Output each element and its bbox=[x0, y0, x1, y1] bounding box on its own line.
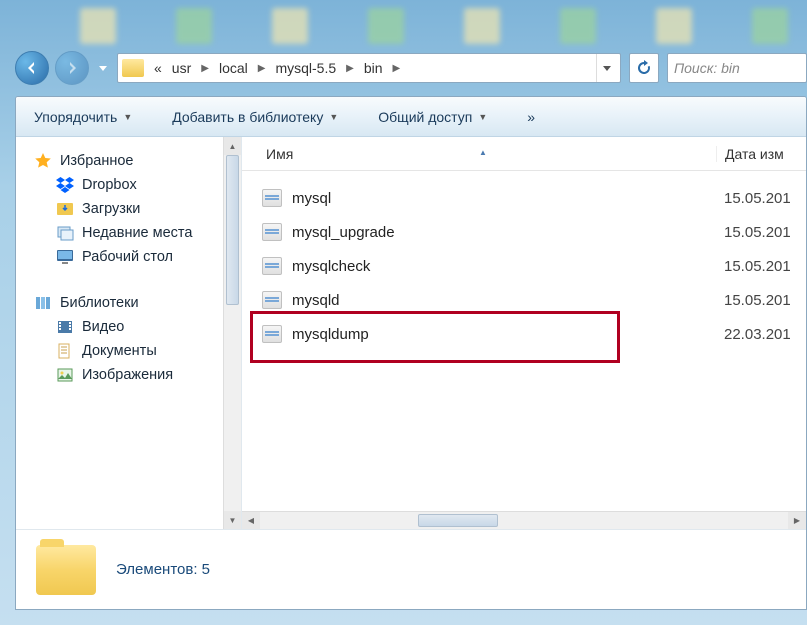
documents-icon bbox=[56, 342, 74, 360]
favorites-group: Избранное Dropbox Загрузки Недавние мест… bbox=[34, 149, 237, 269]
content-area: Избранное Dropbox Загрузки Недавние мест… bbox=[16, 137, 806, 529]
status-bar: Элементов: 5 bbox=[16, 529, 806, 609]
file-icon bbox=[262, 325, 282, 343]
images-icon bbox=[56, 366, 74, 384]
sidebar-item-desktop[interactable]: Рабочий стол bbox=[34, 245, 237, 269]
file-name-cell: mysqlcheck bbox=[252, 257, 716, 275]
refresh-icon bbox=[636, 60, 652, 76]
recent-icon bbox=[56, 224, 74, 242]
star-icon bbox=[34, 152, 52, 170]
file-row[interactable]: mysql_upgrade 15.05.201 bbox=[252, 215, 806, 249]
video-icon bbox=[56, 318, 74, 336]
search-placeholder: Поиск: bin bbox=[674, 60, 740, 76]
toolbar: Упорядочить▼ Добавить в библиотеку▼ Общи… bbox=[16, 97, 806, 137]
column-header-date[interactable]: Дата изм bbox=[716, 146, 806, 162]
sidebar-item-videos[interactable]: Видео bbox=[34, 315, 237, 339]
more-menu[interactable]: » bbox=[521, 105, 541, 129]
file-date: 15.05.201 bbox=[716, 190, 806, 207]
file-row[interactable]: mysqldump 22.03.201 bbox=[252, 317, 806, 351]
desktop-icon bbox=[56, 248, 74, 266]
file-name-cell: mysql_upgrade bbox=[252, 223, 716, 241]
folder-icon bbox=[36, 545, 96, 595]
file-name-cell: mysql bbox=[252, 189, 716, 207]
file-date: 15.05.201 bbox=[716, 224, 806, 241]
refresh-button[interactable] bbox=[629, 53, 659, 83]
scroll-left-icon[interactable]: ◀ bbox=[242, 512, 260, 529]
breadcrumb-item[interactable]: mysql-5.5 bbox=[271, 58, 340, 78]
chevron-right-icon: ▶ bbox=[197, 63, 213, 74]
sort-ascending-icon: ▲ bbox=[479, 148, 487, 157]
breadcrumb-prefix[interactable]: « bbox=[150, 58, 166, 78]
chevron-down-icon bbox=[99, 66, 107, 71]
address-bar: « usr ▶ local ▶ mysql-5.5 ▶ bin ▶ Поиск:… bbox=[15, 48, 807, 88]
desktop-background bbox=[0, 8, 807, 44]
arrow-left-icon bbox=[24, 60, 40, 76]
sidebar-item-images[interactable]: Изображения bbox=[34, 363, 237, 387]
dropbox-icon bbox=[56, 176, 74, 194]
file-name: mysqldump bbox=[292, 326, 369, 343]
scrollbar-track[interactable] bbox=[260, 512, 788, 529]
file-name-cell: mysqldump bbox=[252, 325, 716, 343]
file-row[interactable]: mysqlcheck 15.05.201 bbox=[252, 249, 806, 283]
sidebar-item-recent[interactable]: Недавние места bbox=[34, 221, 237, 245]
nav-history-dropdown[interactable] bbox=[95, 51, 111, 85]
file-name-cell: mysqld bbox=[252, 291, 716, 309]
sidebar-scrollbar[interactable]: ▲ ▼ bbox=[223, 137, 241, 529]
chevron-down-icon: ▼ bbox=[329, 112, 338, 122]
file-date: 15.05.201 bbox=[716, 258, 806, 275]
breadcrumb[interactable]: « usr ▶ local ▶ mysql-5.5 ▶ bin ▶ bbox=[117, 53, 621, 83]
file-date: 15.05.201 bbox=[716, 292, 806, 309]
libraries-header[interactable]: Библиотеки bbox=[34, 291, 237, 315]
chevron-down-icon: ▼ bbox=[478, 112, 487, 122]
explorer-window: Упорядочить▼ Добавить в библиотеку▼ Общи… bbox=[15, 96, 807, 610]
file-icon bbox=[262, 223, 282, 241]
favorites-header[interactable]: Избранное bbox=[34, 149, 237, 173]
scroll-down-icon[interactable]: ▼ bbox=[224, 511, 241, 529]
file-row[interactable]: mysql 15.05.201 bbox=[252, 181, 806, 215]
file-icon bbox=[262, 257, 282, 275]
arrow-right-icon bbox=[64, 60, 80, 76]
sidebar-item-documents[interactable]: Документы bbox=[34, 339, 237, 363]
chevron-down-icon bbox=[603, 66, 611, 71]
horizontal-scrollbar[interactable]: ◀ ▶ bbox=[242, 511, 806, 529]
chevron-right-icon: ▶ bbox=[389, 63, 405, 74]
breadcrumb-item[interactable]: local bbox=[215, 58, 252, 78]
chevron-down-icon: ▼ bbox=[123, 112, 132, 122]
sidebar-item-downloads[interactable]: Загрузки bbox=[34, 197, 237, 221]
breadcrumb-dropdown[interactable] bbox=[596, 54, 616, 82]
file-icon bbox=[262, 189, 282, 207]
chevron-right-icon: ▶ bbox=[342, 63, 358, 74]
scrollbar-thumb[interactable] bbox=[226, 155, 239, 305]
scroll-up-icon[interactable]: ▲ bbox=[224, 137, 241, 155]
file-row[interactable]: mysqld 15.05.201 bbox=[252, 283, 806, 317]
download-icon bbox=[56, 200, 74, 218]
file-name: mysqld bbox=[292, 292, 340, 309]
back-button[interactable] bbox=[15, 51, 49, 85]
file-name: mysql bbox=[292, 190, 331, 207]
scroll-right-icon[interactable]: ▶ bbox=[788, 512, 806, 529]
library-icon bbox=[34, 294, 52, 312]
column-headers: ▲ Имя Дата изм bbox=[242, 137, 806, 171]
file-date: 22.03.201 bbox=[716, 326, 806, 343]
search-input[interactable]: Поиск: bin bbox=[667, 53, 807, 83]
file-list: ▲ Имя Дата изм mysql 15.05.201 mysql_upg… bbox=[242, 137, 806, 529]
breadcrumb-item[interactable]: bin bbox=[360, 58, 387, 78]
file-icon bbox=[262, 291, 282, 309]
file-name: mysql_upgrade bbox=[292, 224, 395, 241]
folder-icon bbox=[122, 59, 144, 77]
share-menu[interactable]: Общий доступ▼ bbox=[372, 105, 493, 129]
column-header-name[interactable]: ▲ Имя bbox=[242, 146, 716, 162]
scrollbar-thumb[interactable] bbox=[418, 514, 498, 527]
item-count: Элементов: 5 bbox=[116, 561, 210, 578]
navigation-pane: Избранное Dropbox Загрузки Недавние мест… bbox=[16, 137, 242, 529]
forward-button[interactable] bbox=[55, 51, 89, 85]
sidebar-item-dropbox[interactable]: Dropbox bbox=[34, 173, 237, 197]
file-name: mysqlcheck bbox=[292, 258, 370, 275]
add-to-library-menu[interactable]: Добавить в библиотеку▼ bbox=[166, 105, 344, 129]
organize-menu[interactable]: Упорядочить▼ bbox=[28, 105, 138, 129]
chevron-right-icon: ▶ bbox=[254, 63, 270, 74]
libraries-group: Библиотеки Видео Документы Изображения bbox=[34, 291, 237, 387]
breadcrumb-item[interactable]: usr bbox=[168, 58, 195, 78]
